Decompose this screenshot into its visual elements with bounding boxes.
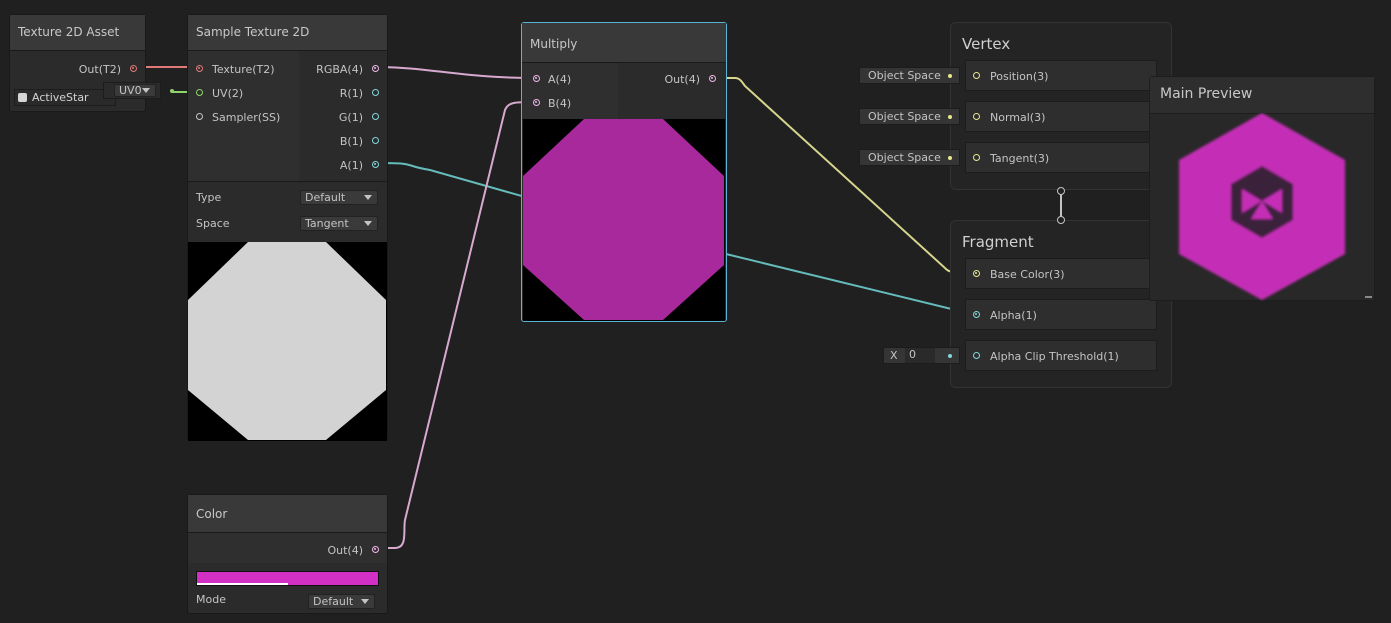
uv-input-label: UV(2)	[212, 87, 244, 100]
texture-2d-asset-title: Texture 2D Asset	[10, 15, 145, 51]
color-swatch[interactable]	[196, 571, 379, 586]
vertex-normal-slot[interactable]: Normal(3)	[965, 101, 1157, 132]
alpha-clip-dot	[948, 354, 952, 358]
main-preview-viewport[interactable]	[1150, 113, 1374, 301]
color-node-header-bar	[188, 495, 387, 503]
color-out-label: Out(4)	[327, 544, 363, 557]
texture-asset-out-label: Out(T2)	[78, 63, 121, 76]
fragment-alpha-clip-slot[interactable]: Alpha Clip Threshold(1)	[965, 340, 1157, 371]
uv-input-field[interactable]: UV0	[103, 82, 161, 99]
chevron-down-icon	[361, 599, 369, 604]
type-dropdown[interactable]: Default	[300, 190, 378, 205]
fragment-title: Fragment	[962, 233, 1034, 251]
position-space-dot	[948, 74, 952, 78]
position-port[interactable]	[973, 72, 980, 79]
texture-asset-name: ActiveStar	[32, 91, 89, 104]
tangent-space-dot	[948, 156, 952, 160]
texture-input-port[interactable]	[196, 65, 203, 72]
color-alpha-bar	[197, 583, 288, 585]
multiply-out-port[interactable]	[709, 75, 716, 82]
fragment-flow-in-port[interactable]	[1057, 216, 1065, 224]
chevron-down-icon	[142, 88, 150, 93]
chevron-down-icon	[364, 195, 372, 200]
vertex-flow-out-port[interactable]	[1057, 187, 1065, 195]
uv-channel-dropdown[interactable]: UV0	[114, 84, 156, 97]
a-output-label: A(1)	[339, 159, 363, 172]
texture-asset-out-port[interactable]	[130, 65, 137, 72]
position-space-field[interactable]: Object Space	[859, 67, 960, 84]
position-label: Position(3)	[990, 70, 1049, 83]
a-output-port[interactable]	[372, 161, 379, 168]
alpha-label: Alpha(1)	[990, 309, 1037, 322]
resize-handle-icon[interactable]	[1365, 296, 1372, 298]
hexagon-preview-gray	[188, 242, 386, 440]
b-output-port[interactable]	[372, 137, 379, 144]
multiply-b-port[interactable]	[533, 99, 540, 106]
tangent-port[interactable]	[973, 154, 980, 161]
normal-label: Normal(3)	[990, 111, 1046, 124]
sample-texture-2d-node[interactable]: Sample Texture 2D Texture(T2) UV(2) Samp…	[187, 14, 388, 441]
fragment-alpha-slot[interactable]: Alpha(1)	[965, 299, 1157, 330]
color-node-title: Color	[188, 503, 387, 533]
wire-rgba-to-multiply-a	[375, 66, 537, 79]
r-output-label: R(1)	[339, 87, 363, 100]
mode-label: Mode	[196, 593, 226, 606]
uv-chip-out-dot	[170, 89, 174, 93]
sample-texture-2d-title: Sample Texture 2D	[188, 15, 387, 51]
texture-input-label: Texture(T2)	[212, 63, 275, 76]
fragment-base-color-slot[interactable]: Base Color(3)	[965, 258, 1157, 289]
alpha-clip-port[interactable]	[973, 352, 980, 359]
rgba-output-label: RGBA(4)	[316, 63, 363, 76]
multiply-a-label: A(4)	[548, 73, 572, 86]
sampler-input-port[interactable]	[196, 113, 203, 120]
g-output-label: G(1)	[338, 111, 363, 124]
texture-asset-icon	[18, 93, 27, 102]
main-preview-window[interactable]: Main Preview	[1149, 76, 1375, 301]
color-node[interactable]: Color Out(4) Mode Default	[187, 494, 388, 614]
tangent-label: Tangent(3)	[990, 152, 1050, 165]
mode-dropdown[interactable]: Default	[308, 594, 375, 609]
multiply-node[interactable]: Multiply A(4) B(4) Out(4)	[521, 22, 727, 322]
base-color-port[interactable]	[973, 270, 980, 277]
alpha-clip-label: Alpha Clip Threshold(1)	[990, 350, 1119, 363]
normal-port[interactable]	[973, 113, 980, 120]
vertex-title: Vertex	[962, 35, 1011, 53]
multiply-b-label: B(4)	[548, 97, 572, 110]
alpha-port[interactable]	[973, 311, 980, 318]
vertex-tangent-slot[interactable]: Tangent(3)	[965, 142, 1157, 173]
tangent-space-field[interactable]: Object Space	[859, 149, 960, 166]
vertex-position-slot[interactable]: Position(3)	[965, 60, 1157, 91]
sample-texture-preview	[188, 242, 387, 441]
wire-color-to-multiply-b	[376, 101, 537, 549]
g-output-port[interactable]	[372, 113, 379, 120]
hexagon-preview-magenta	[523, 119, 724, 320]
space-dropdown[interactable]: Tangent	[300, 216, 378, 231]
type-label: Type	[196, 191, 222, 204]
multiply-inputs-area	[522, 63, 618, 119]
normal-space-field[interactable]: Object Space	[859, 108, 960, 125]
sampler-input-label: Sampler(SS)	[212, 111, 281, 124]
rgba-output-port[interactable]	[372, 65, 379, 72]
chevron-down-icon	[364, 221, 372, 226]
multiply-preview	[523, 119, 725, 321]
uv-input-port[interactable]	[196, 89, 203, 96]
multiply-a-port[interactable]	[533, 75, 540, 82]
normal-space-dot	[948, 115, 952, 119]
multiply-out-label: Out(4)	[664, 73, 700, 86]
r-output-port[interactable]	[372, 89, 379, 96]
base-color-label: Base Color(3)	[990, 268, 1065, 281]
alpha-clip-value-field[interactable]: 0	[905, 348, 935, 363]
main-preview-title: Main Preview	[1160, 86, 1253, 102]
space-label: Space	[196, 217, 230, 230]
color-out-port[interactable]	[372, 546, 379, 553]
b-output-label: B(1)	[339, 135, 363, 148]
multiply-title: Multiply	[522, 23, 726, 63]
alpha-clip-axis-label: X	[890, 349, 898, 362]
texture-asset-object-field[interactable]: ActiveStar	[14, 89, 116, 106]
